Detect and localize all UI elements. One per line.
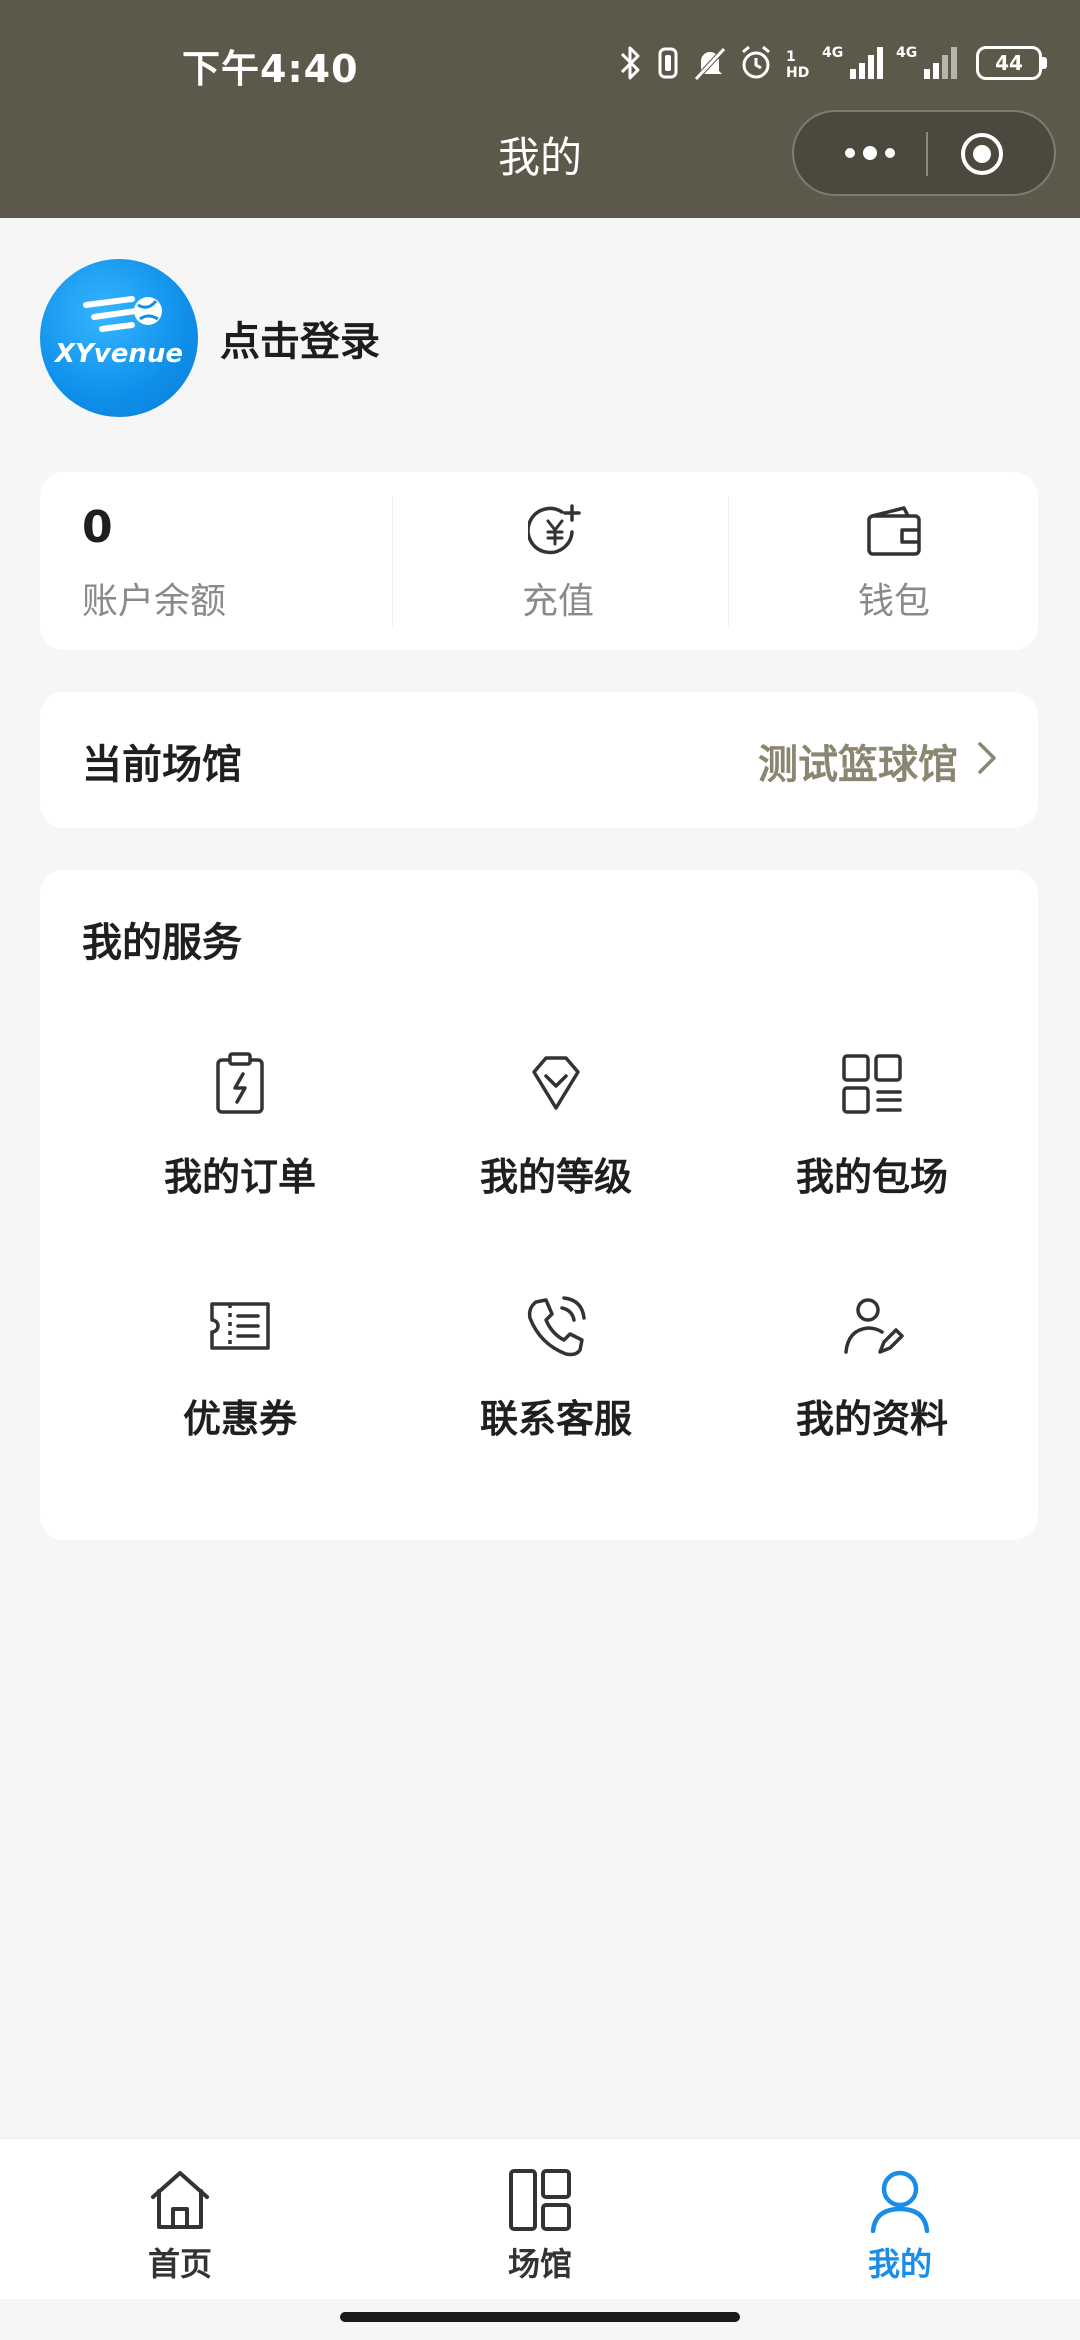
tab-home-label: 首页 <box>147 2245 212 2283</box>
login-link[interactable]: 点击登录 <box>220 309 380 367</box>
my-services-card: 我的服务 我的订单 我的等级 我的包场 优惠券 联系客服 我的资料 <box>40 870 1038 1540</box>
signal-4g-icon-2: 4G <box>896 45 957 79</box>
my-level-label: 我的等级 <box>479 1155 632 1199</box>
coupon-button[interactable]: 优惠券 <box>82 1290 398 1470</box>
battery-indicator: 44 <box>976 46 1047 80</box>
svg-text:1: 1 <box>786 49 796 65</box>
xyvenue-logo-icon <box>83 296 162 332</box>
wallet-icon <box>867 506 921 556</box>
home-icon <box>151 2171 209 2229</box>
balance-value: 0 <box>82 502 113 553</box>
balance-card: 0 账户余额 充值 钱包 <box>40 472 1038 650</box>
my-level-button[interactable]: 我的等级 <box>398 1048 714 1228</box>
profile-icon <box>844 1298 904 1354</box>
my-orders-button[interactable]: 我的订单 <box>82 1048 398 1228</box>
tab-mine-label: 我的 <box>867 2245 932 2283</box>
my-booking-label: 我的包场 <box>795 1155 948 1199</box>
venue-value: 测试篮球馆 <box>758 742 958 788</box>
account-balance[interactable]: 0 账户余额 <box>40 472 392 650</box>
avatar[interactable]: XYvenue <box>40 259 198 417</box>
my-orders-label: 我的订单 <box>163 1155 316 1199</box>
my-profile-label: 我的资料 <box>795 1397 948 1441</box>
vibrate-icon <box>658 47 678 79</box>
booking-icon <box>842 1054 902 1114</box>
bluetooth-icon <box>620 46 640 80</box>
coupon-icon <box>210 1302 270 1350</box>
alarm-icon <box>742 45 770 79</box>
signal-4g-icon: 4G <box>822 45 883 79</box>
customer-service-button[interactable]: 联系客服 <box>398 1290 714 1470</box>
capsule-divider <box>926 132 928 176</box>
target-icon[interactable] <box>960 132 1004 176</box>
current-venue-row[interactable]: 当前场馆 测试篮球馆 <box>40 692 1038 828</box>
wallet-label: 钱包 <box>857 581 930 622</box>
balance-label: 账户余额 <box>82 581 227 622</box>
my-profile-button[interactable]: 我的资料 <box>714 1290 1030 1470</box>
svg-text:HD: HD <box>786 65 809 81</box>
phone-icon <box>527 1296 586 1357</box>
wallet-button[interactable]: 钱包 <box>728 472 1060 650</box>
tab-mine[interactable]: 我的 <box>720 2139 1080 2299</box>
bottom-tab-bar: 首页 场馆 我的 <box>0 2138 1080 2299</box>
mini-program-capsule <box>792 110 1056 196</box>
avatar-logo-text: XYvenue <box>54 339 184 369</box>
user-icon <box>870 2170 930 2233</box>
recharge-button[interactable]: 充值 <box>392 472 724 650</box>
tab-venue[interactable]: 场馆 <box>360 2139 720 2299</box>
recharge-icon <box>528 504 581 555</box>
chevron-right-icon <box>978 742 996 774</box>
venue-label: 当前场馆 <box>82 742 242 788</box>
top-bar: 下午4:40 1 HD 4G 4G 44 我的 <box>0 0 1080 218</box>
more-dots-icon[interactable] <box>830 112 910 194</box>
recharge-label: 充值 <box>521 581 594 622</box>
svg-text:4G: 4G <box>896 45 917 61</box>
customer-service-label: 联系客服 <box>479 1397 632 1441</box>
status-time: 下午4:40 <box>182 47 359 91</box>
home-indicator[interactable] <box>340 2312 740 2322</box>
coupon-label: 优惠券 <box>182 1397 297 1441</box>
svg-text:4G: 4G <box>822 45 843 61</box>
services-title: 我的服务 <box>82 920 242 966</box>
hd-icon: 1 HD <box>786 49 809 81</box>
status-icons: 1 HD 4G 4G 44 <box>618 38 1047 88</box>
my-booking-button[interactable]: 我的包场 <box>714 1048 1030 1228</box>
level-icon <box>532 1056 580 1110</box>
tab-home[interactable]: 首页 <box>0 2139 360 2299</box>
tab-venue-label: 场馆 <box>507 2245 572 2283</box>
venue-icon <box>509 2169 571 2231</box>
profile-row[interactable]: XYvenue 点击登录 <box>40 258 380 418</box>
order-icon <box>216 1052 264 1114</box>
mute-icon <box>694 47 726 81</box>
